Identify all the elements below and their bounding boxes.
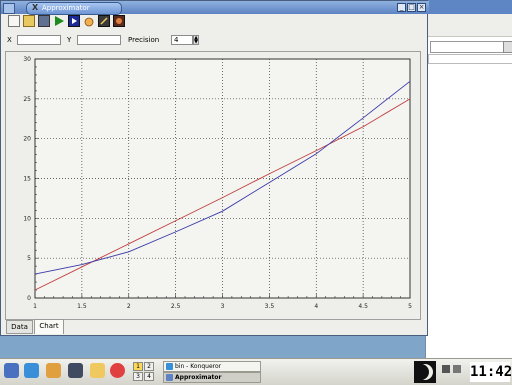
tab-chart[interactable]: Chart	[34, 319, 64, 334]
title-pill[interactable]: X Approximator	[26, 2, 122, 15]
help-icon[interactable]	[90, 363, 105, 378]
close-button[interactable]: ×	[417, 3, 426, 12]
precision-input[interactable]: 4	[171, 35, 193, 45]
y-tick-label: 25	[23, 96, 31, 103]
y-tick-label: 10	[23, 215, 31, 222]
open-icon[interactable]	[23, 15, 35, 27]
clock[interactable]: 11:42	[470, 362, 512, 382]
background-selector[interactable]	[428, 54, 512, 64]
x-tick-label: 4.5	[358, 303, 368, 310]
x-label: X	[7, 36, 12, 44]
tray-network-icon[interactable]	[442, 365, 450, 373]
task-konqueror[interactable]: bin - Konqueror	[163, 361, 261, 372]
approximator-task-icon	[166, 374, 173, 381]
exit-icon[interactable]	[113, 15, 125, 27]
x-tick-label: 5	[408, 303, 412, 310]
task-label: Approximator	[175, 374, 222, 381]
x-tick-label: 1.5	[77, 303, 87, 310]
system-tray	[440, 363, 466, 381]
taskbar: 1 2 3 4 bin - Konqueror Approximator 11:…	[0, 358, 512, 385]
x-tick-label: 3.5	[265, 303, 275, 310]
konqueror-icon[interactable]	[24, 363, 39, 378]
window-title: Approximator	[42, 4, 90, 12]
background-address-field[interactable]	[430, 41, 504, 53]
y-tick-label: 20	[23, 136, 31, 143]
input-row: X Y Precision 4 ▲ ▼	[1, 34, 429, 46]
background-toolbar	[426, 14, 512, 37]
new-icon[interactable]	[8, 15, 20, 27]
x-tick-label: 4	[314, 303, 318, 310]
x-tick-label: 2	[127, 303, 131, 310]
tray-volume-icon[interactable]	[453, 365, 461, 373]
task-label: bin - Konqueror	[175, 363, 222, 370]
precision-spin-button[interactable]: ▲ ▼	[193, 35, 199, 45]
app-logo-icon: X	[32, 3, 39, 12]
step-icon[interactable]	[68, 15, 80, 27]
maximize-button[interactable]: □	[407, 3, 416, 12]
konqueror-task-icon	[166, 363, 173, 370]
y-tick-label: 5	[27, 255, 31, 262]
title-bar[interactable]: X Approximator _ □ ×	[1, 1, 429, 15]
kde-menu-icon[interactable]	[4, 363, 19, 378]
minimize-button[interactable]: _	[397, 3, 406, 12]
y-tick-label: 30	[23, 56, 31, 63]
run-icon[interactable]	[53, 15, 65, 27]
y-input[interactable]	[77, 35, 121, 45]
tab-data[interactable]: Data	[6, 320, 33, 334]
chart-panel: 1 1.5 2 2.5 3 3.5 4 4.5 5 0 5 10 15 20 25 30	[5, 51, 421, 320]
home-icon[interactable]	[46, 363, 61, 378]
pager-desktop-4[interactable]: 4	[144, 372, 154, 381]
window-menu-button[interactable]	[3, 3, 15, 14]
x-input[interactable]	[17, 35, 61, 45]
x-tick-label: 1	[33, 303, 37, 310]
moon-applet-icon[interactable]	[413, 361, 436, 383]
task-approximator[interactable]: Approximator	[163, 372, 261, 383]
y-label: Y	[67, 36, 72, 44]
pager-desktop-1[interactable]: 1	[133, 362, 143, 371]
lifebuoy-icon[interactable]	[110, 363, 125, 378]
y-tick-label: 15	[23, 176, 31, 183]
x-tick-label: 3	[221, 303, 225, 310]
shell-icon[interactable]	[68, 363, 83, 378]
y-tick-label: 0	[27, 295, 31, 302]
background-konqueror-window	[425, 0, 512, 358]
approximator-window: X Approximator _ □ × X Y Precision 4 ▲ ▼…	[0, 0, 429, 336]
precision-label: Precision	[128, 36, 160, 44]
hand-icon[interactable]	[83, 15, 95, 27]
status-area	[0, 345, 180, 354]
pager-desktop-3[interactable]: 3	[133, 372, 143, 381]
chart: 1 1.5 2 2.5 3 3.5 4 4.5 5 0 5 10 15 20 25 30	[23, 56, 412, 310]
save-icon[interactable]	[38, 15, 50, 27]
edit-icon[interactable]	[98, 15, 110, 27]
pager-desktop-2[interactable]: 2	[144, 362, 154, 371]
background-go-button[interactable]	[503, 41, 512, 53]
background-titlebar	[426, 0, 512, 14]
x-tick-label: 2.5	[171, 303, 181, 310]
